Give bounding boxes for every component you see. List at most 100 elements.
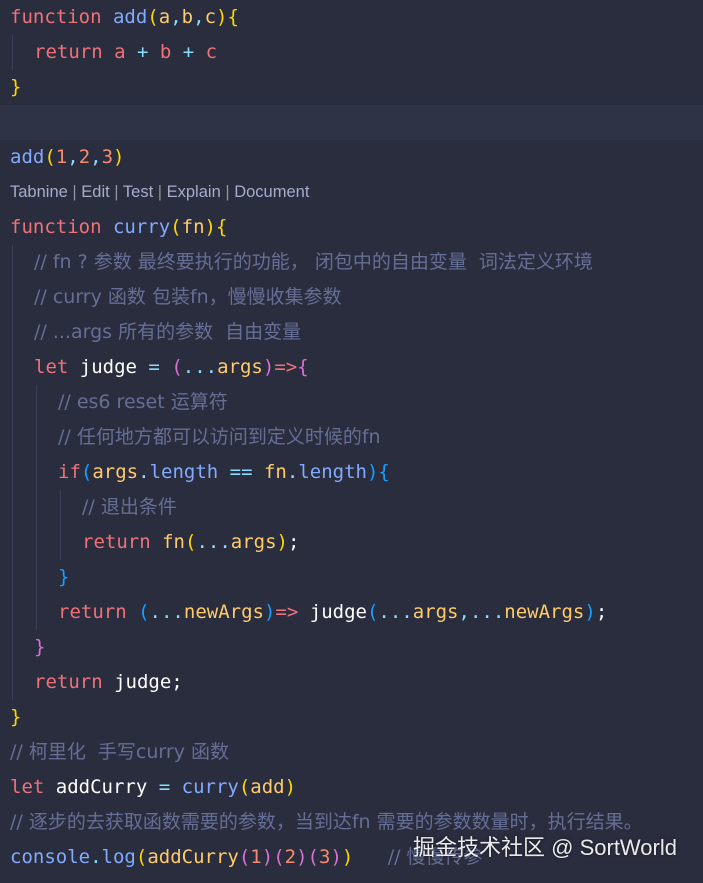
code-line[interactable]: } <box>0 70 703 105</box>
code-line[interactable]: function add(a,b,c){ <box>0 0 703 35</box>
code-text: // es6 reset 运算符 <box>58 385 228 420</box>
code-token: } <box>10 76 22 98</box>
code-token: . <box>286 461 299 483</box>
code-line[interactable]: return fn(...args); <box>0 525 703 560</box>
codelens-separator: | <box>109 183 123 201</box>
code-token: ) <box>284 776 297 798</box>
code-token: , <box>193 6 205 28</box>
code-token: judge <box>309 601 367 623</box>
code-line[interactable]: return (...newArgs)=> judge(...args,...n… <box>0 595 703 630</box>
codelens-actions: Tabnine | Edit | Test | Explain | Docume… <box>10 175 309 210</box>
indent-guide <box>12 35 13 70</box>
code-token: ) <box>216 6 228 28</box>
indent-guide <box>36 525 37 560</box>
code-token: // 任何地方都可以访问到定义时候的fn <box>58 426 381 448</box>
code-token: a <box>158 6 171 28</box>
code-token: // 退出条件 <box>82 496 177 518</box>
code-token: ( <box>307 846 319 868</box>
code-token: ) <box>276 531 288 553</box>
code-text: // 退出条件 <box>82 490 177 525</box>
indent-guide <box>36 385 37 420</box>
code-text: // ...args 所有的参数 自由变量 <box>34 315 301 350</box>
code-line[interactable]: // curry 函数 包装fn，慢慢收集参数 <box>0 280 703 315</box>
code-line[interactable]: } <box>0 700 703 735</box>
code-token: => <box>274 356 298 378</box>
code-token: = <box>147 776 182 798</box>
code-line[interactable]: function curry(fn){ <box>0 210 703 245</box>
code-token: ) <box>262 356 275 378</box>
code-token: ) <box>263 601 276 623</box>
code-line[interactable]: // 退出条件 <box>0 490 703 525</box>
code-token: ( <box>44 146 56 168</box>
code-token: ) <box>261 846 274 868</box>
code-token: add <box>250 776 285 798</box>
code-line[interactable]: if(args.length == fn.length){ <box>0 455 703 490</box>
codelens-separator: | <box>153 183 167 201</box>
code-token: ... <box>149 601 184 623</box>
code-line[interactable]: // ...args 所有的参数 自由变量 <box>0 315 703 350</box>
code-token: function <box>10 6 102 28</box>
code-token: ... <box>469 601 505 623</box>
codelens-document-link[interactable]: Document <box>234 183 309 201</box>
code-text: // 任何地方都可以访问到定义时候的fn <box>58 420 381 455</box>
code-editor[interactable]: function add(a,b,c){return a + b + c} add… <box>0 0 703 883</box>
code-token: , <box>458 601 470 623</box>
code-token: 2 <box>78 146 91 168</box>
code-token: 3 <box>319 846 331 868</box>
code-line[interactable]: } <box>0 630 703 665</box>
indent-guide <box>36 420 37 455</box>
code-text: // fn ? 参数 最终要执行的功能， 闭包中的自由变量 词法定义环境 <box>34 245 593 280</box>
code-token: 2 <box>284 846 297 868</box>
code-token: if <box>58 461 81 483</box>
code-token: ... <box>196 531 231 553</box>
code-text: add(1,2,3) <box>10 140 125 175</box>
codelens-edit-link[interactable]: Edit <box>81 183 109 201</box>
code-token: function <box>10 216 102 238</box>
code-token: ( <box>138 601 150 623</box>
code-text: } <box>10 70 21 105</box>
code-token: return <box>34 671 103 693</box>
codelens-test-link[interactable]: Test <box>123 183 153 201</box>
code-token: ) <box>584 601 596 623</box>
code-token: => <box>275 601 299 623</box>
code-token: { <box>227 6 239 28</box>
code-text: console.log(addCurry(1)(2)(3)) // 慢慢传参 <box>10 840 483 875</box>
code-text: return judge; <box>34 665 183 700</box>
code-token: + <box>182 41 195 63</box>
code-token: b <box>148 41 183 63</box>
code-line[interactable]: add(1,2,3) <box>0 140 703 175</box>
indent-guide <box>12 385 13 420</box>
code-line[interactable] <box>0 105 703 140</box>
indent-guide <box>12 455 13 490</box>
code-line[interactable]: let addCurry = curry(add) <box>0 770 703 805</box>
codelens-explain-link[interactable]: Explain <box>167 183 221 201</box>
code-line[interactable]: return judge; <box>0 665 703 700</box>
codelens-tabnine-link[interactable]: Tabnine <box>10 183 68 201</box>
code-token: newArgs <box>504 601 585 623</box>
code-token: // curry 函数 包装fn，慢慢收集参数 <box>34 286 342 308</box>
code-line[interactable]: } <box>0 560 703 595</box>
code-line[interactable]: // es6 reset 运算符 <box>0 385 703 420</box>
codelens-bar[interactable]: Tabnine | Edit | Test | Explain | Docume… <box>0 175 703 210</box>
indent-guide <box>12 595 13 630</box>
code-token: // es6 reset 运算符 <box>58 391 228 413</box>
code-line[interactable]: // 任何地方都可以访问到定义时候的fn <box>0 420 703 455</box>
code-line[interactable]: // 柯里化 手写curry 函数 <box>0 735 703 770</box>
code-token: ) <box>113 146 125 168</box>
code-text: } <box>58 560 69 595</box>
code-line[interactable]: let judge = (...args)=>{ <box>0 350 703 385</box>
code-token: ( <box>238 776 251 798</box>
code-text: return fn(...args); <box>82 525 299 560</box>
code-token: ; <box>171 671 183 693</box>
code-token: let <box>34 356 69 378</box>
code-text: function curry(fn){ <box>10 210 227 245</box>
code-line[interactable]: return a + b + c <box>0 35 703 70</box>
code-line[interactable]: // fn ? 参数 最终要执行的功能， 闭包中的自由变量 词法定义环境 <box>0 245 703 280</box>
code-token: args <box>92 461 139 483</box>
code-token: , <box>67 146 79 168</box>
code-token: length <box>298 461 367 483</box>
